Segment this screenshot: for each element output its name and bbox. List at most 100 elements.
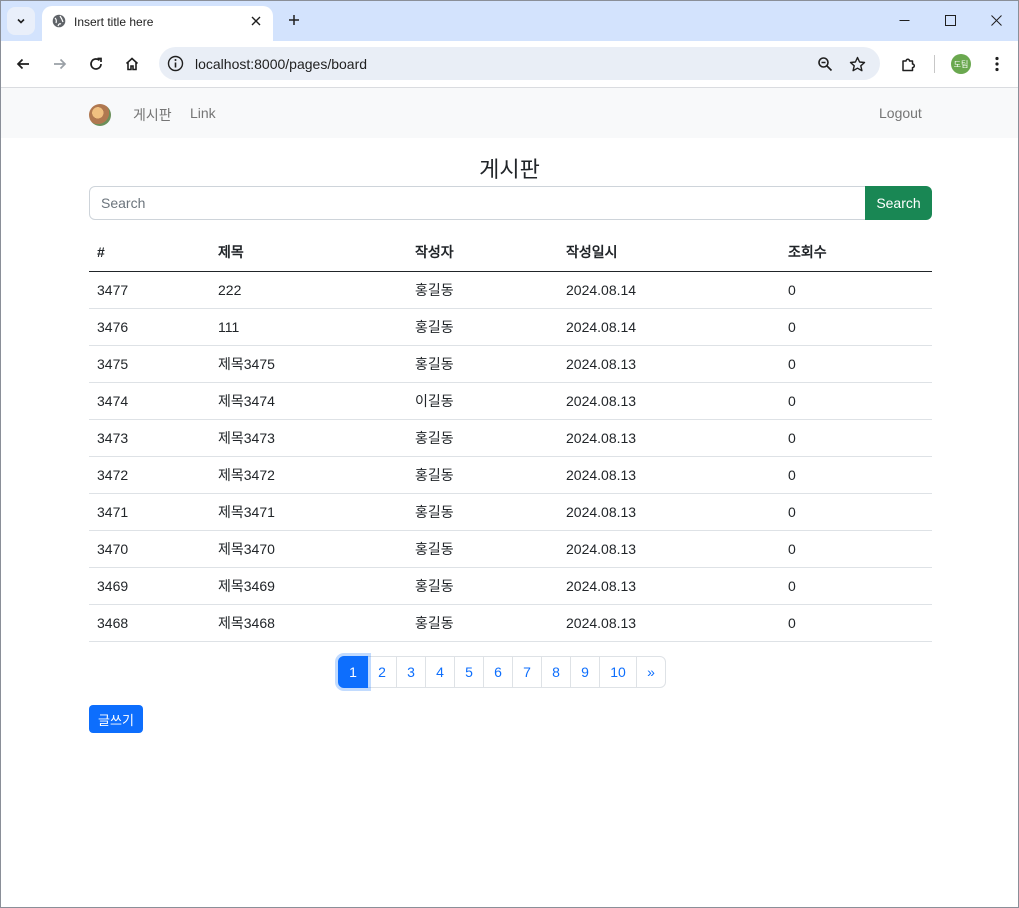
cell-author: 홍길동 xyxy=(407,271,558,309)
table-row[interactable]: 3469 제목3469 홍길동 2024.08.13 0 xyxy=(89,567,932,605)
cell-number: 3474 xyxy=(89,382,210,420)
extensions-puzzle-icon[interactable] xyxy=(894,50,922,78)
tab-title: Insert title here xyxy=(74,15,154,29)
page-link-10[interactable]: 10 xyxy=(599,656,637,688)
cell-author: 홍길동 xyxy=(407,419,558,457)
table-row[interactable]: 3470 제목3470 홍길동 2024.08.13 0 xyxy=(89,530,932,568)
cell-title[interactable]: 제목3472 xyxy=(210,456,407,494)
cell-title[interactable]: 제목3475 xyxy=(210,345,407,383)
cell-views: 0 xyxy=(780,382,932,420)
logout-link[interactable]: Logout xyxy=(879,105,922,121)
cell-title[interactable]: 제목3470 xyxy=(210,530,407,568)
table-row[interactable]: 3472 제목3472 홍길동 2024.08.13 0 xyxy=(89,456,932,494)
cell-date: 2024.08.13 xyxy=(558,456,780,494)
new-tab-icon[interactable] xyxy=(283,9,305,31)
page-link-7[interactable]: 7 xyxy=(512,656,542,688)
cell-author: 홍길동 xyxy=(407,567,558,605)
cell-author: 이길동 xyxy=(407,382,558,420)
cell-author: 홍길동 xyxy=(407,308,558,346)
cell-author: 홍길동 xyxy=(407,456,558,494)
site-info-icon[interactable] xyxy=(167,55,184,72)
table-row[interactable]: 3475 제목3475 홍길동 2024.08.13 0 xyxy=(89,345,932,383)
cell-number: 3476 xyxy=(89,308,210,346)
maximize-icon[interactable] xyxy=(927,1,973,39)
cell-number: 3477 xyxy=(89,271,210,309)
cell-number: 3470 xyxy=(89,530,210,568)
cell-views: 0 xyxy=(780,456,932,494)
table-row[interactable]: 3474 제목3474 이길동 2024.08.13 0 xyxy=(89,382,932,420)
table-row[interactable]: 3477 222 홍길동 2024.08.14 0 xyxy=(89,271,932,309)
cell-author: 홍길동 xyxy=(407,493,558,531)
cell-title[interactable]: 111 xyxy=(210,308,407,346)
table-row[interactable]: 3476 111 홍길동 2024.08.14 0 xyxy=(89,308,932,346)
page-link-2[interactable]: 2 xyxy=(367,656,397,688)
close-window-icon[interactable] xyxy=(973,1,1018,39)
globe-icon xyxy=(52,14,66,28)
chevron-down-icon xyxy=(17,18,25,24)
nav-link-link[interactable]: Link xyxy=(190,105,216,121)
cell-views: 0 xyxy=(780,493,932,531)
cell-author: 홍길동 xyxy=(407,530,558,568)
home-icon[interactable] xyxy=(118,50,146,78)
browser-toolbar: localhost:8000/pages/board 도팀 xyxy=(1,41,1018,88)
profile-avatar[interactable]: 도팀 xyxy=(951,54,971,74)
tab-search-button[interactable] xyxy=(7,7,35,35)
menu-kebab-icon[interactable] xyxy=(983,50,1011,78)
page-link-5[interactable]: 5 xyxy=(454,656,484,688)
page-link-9[interactable]: 9 xyxy=(570,656,600,688)
cell-title[interactable]: 제목3469 xyxy=(210,567,407,605)
cell-title[interactable]: 제목3471 xyxy=(210,493,407,531)
nav-link-board[interactable]: 게시판 xyxy=(133,105,172,125)
cell-number: 3471 xyxy=(89,493,210,531)
search-input[interactable] xyxy=(89,186,877,220)
cell-author: 홍길동 xyxy=(407,604,558,642)
cell-date: 2024.08.13 xyxy=(558,567,780,605)
cell-title[interactable]: 제목3474 xyxy=(210,382,407,420)
pagination: 1 2 3 4 5 6 7 8 9 10» xyxy=(338,656,666,690)
cell-title[interactable]: 제목3468 xyxy=(210,604,407,642)
column-header-author: 작성자 xyxy=(407,233,558,272)
cell-views: 0 xyxy=(780,567,932,605)
cell-date: 2024.08.13 xyxy=(558,530,780,568)
toolbar-separator xyxy=(934,55,935,73)
cell-title[interactable]: 제목3473 xyxy=(210,419,407,457)
reload-icon[interactable] xyxy=(82,50,110,78)
tab-active[interactable]: Insert title here xyxy=(42,6,273,41)
cell-title[interactable]: 222 xyxy=(210,271,407,309)
column-header-views: 조회수 xyxy=(780,233,932,272)
cell-author: 홍길동 xyxy=(407,345,558,383)
cell-views: 0 xyxy=(780,345,932,383)
minimize-icon[interactable] xyxy=(881,1,927,39)
cell-date: 2024.08.13 xyxy=(558,345,780,383)
table-row[interactable]: 3471 제목3471 홍길동 2024.08.13 0 xyxy=(89,493,932,531)
tab-close-icon[interactable] xyxy=(247,12,265,30)
page-link-3[interactable]: 3 xyxy=(396,656,426,688)
back-arrow-icon[interactable] xyxy=(9,50,37,78)
page-next-link[interactable]: » xyxy=(636,656,666,688)
page-link-1[interactable]: 1 xyxy=(338,656,368,688)
cell-number: 3472 xyxy=(89,456,210,494)
address-bar[interactable]: localhost:8000/pages/board xyxy=(159,47,880,80)
cell-date: 2024.08.14 xyxy=(558,308,780,346)
column-header-number: # xyxy=(89,233,210,272)
cell-date: 2024.08.13 xyxy=(558,419,780,457)
zoom-icon[interactable] xyxy=(813,52,837,76)
write-post-button[interactable]: 글쓰기 xyxy=(89,705,143,733)
tab-strip: Insert title here xyxy=(1,1,1018,41)
search-button[interactable]: Search xyxy=(865,186,932,220)
table-row[interactable]: 3468 제목3468 홍길동 2024.08.13 0 xyxy=(89,604,932,642)
browser-window: Insert title here localhost:8000/pages/b… xyxy=(0,0,1019,908)
table-row[interactable]: 3473 제목3473 홍길동 2024.08.13 0 xyxy=(89,419,932,457)
site-logo-avatar[interactable] xyxy=(89,104,111,126)
cell-date: 2024.08.13 xyxy=(558,604,780,642)
cell-views: 0 xyxy=(780,604,932,642)
url-text[interactable]: localhost:8000/pages/board xyxy=(195,56,367,72)
cell-views: 0 xyxy=(780,530,932,568)
bookmark-star-icon[interactable] xyxy=(845,52,869,76)
page-link-6[interactable]: 6 xyxy=(483,656,513,688)
cell-number: 3475 xyxy=(89,345,210,383)
page-link-4[interactable]: 4 xyxy=(425,656,455,688)
page-link-8[interactable]: 8 xyxy=(541,656,571,688)
page-title: 게시판 xyxy=(479,157,540,182)
forward-arrow-icon[interactable] xyxy=(46,50,74,78)
